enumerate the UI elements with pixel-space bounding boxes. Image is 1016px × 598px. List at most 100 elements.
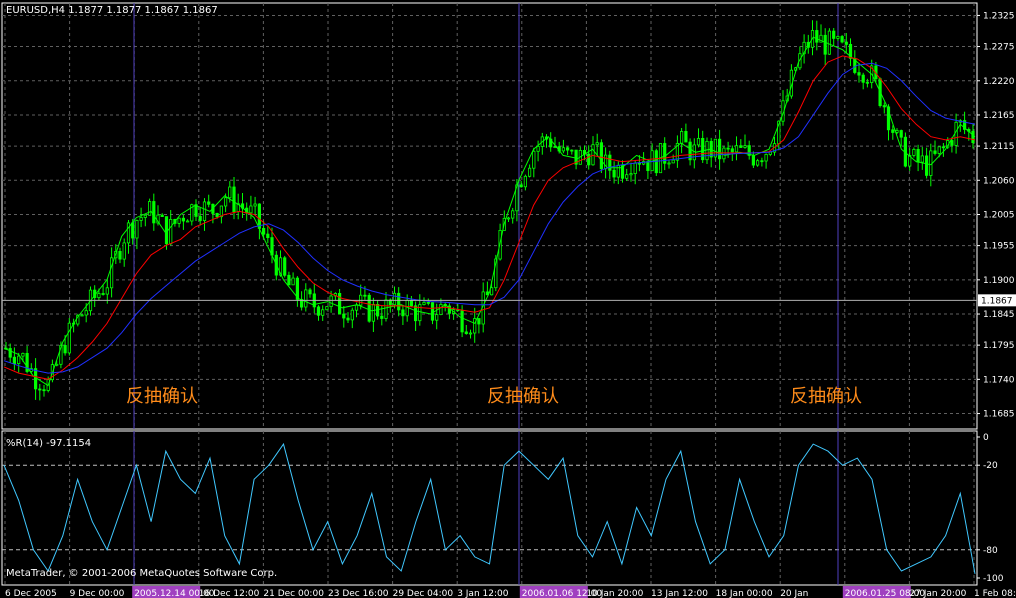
candle-body [827,30,832,55]
candle-body [435,314,439,321]
candle-body [950,140,954,146]
candle-body [734,145,739,153]
candle-body [523,175,528,188]
candle-body [426,301,430,304]
candle-body [671,159,675,164]
candle-body [941,146,946,149]
candle-body [97,293,101,298]
candle-body [460,310,464,333]
candle-body [599,142,604,170]
chart-canvas: 1.2325 1.2275 1.2220 1.2165 1.2115 1.2060 1.20… [0,0,1016,598]
williams-r-title: %R(14) -97.1154 [6,438,91,449]
candle-body [764,153,768,162]
candle-body [38,388,42,391]
price-tick-label: 1.2325 [983,11,1015,21]
candle-body [912,148,916,156]
candle-body [633,162,637,174]
current-price-label: 1.1867 [981,296,1013,306]
candle-body [257,203,262,229]
candle-body [751,154,756,166]
candle-body [80,314,84,317]
candle-body [468,332,473,335]
candle-body [169,218,173,245]
candle-body [954,121,958,146]
candle-body [718,138,722,160]
price-tick-label: 1.1845 [983,310,1015,320]
candle-body [464,331,468,334]
candle-body [321,309,325,316]
candle-body [861,74,865,83]
candle-body [283,257,287,276]
candle-body [131,222,135,239]
candle-body [730,148,734,153]
chart-background [0,0,1016,598]
candle-body [722,147,726,160]
time-label: 13 Jan 12:00 [651,589,708,598]
candle-body [743,145,747,148]
time-label: 27 Jan 20:00 [909,589,966,598]
candle-body [177,217,181,224]
price-tick-label: 1.1955 [983,242,1015,252]
candle-body [105,287,109,295]
candle-body [266,233,270,239]
candle-body [566,147,570,151]
candle-body [164,216,169,245]
candle-body [384,299,388,319]
candle-body [511,210,515,219]
candle-body [8,348,12,358]
candle-body [865,81,870,84]
candle-body [925,155,929,176]
candle-body [844,41,848,45]
candle-body [316,306,321,316]
candle-body [185,220,190,223]
candle-body [371,303,376,322]
candle-body [308,289,312,295]
price-tick-label: 1.2275 [983,43,1015,53]
candle-body [637,162,642,165]
time-label: 1 Feb 08:00 [974,589,1016,598]
price-tick-label: 1.2115 [983,142,1015,152]
candle-body [223,197,228,207]
price-tick-label: 1.1900 [983,276,1015,286]
candle-body [34,368,38,390]
candle-body [304,289,308,308]
candle-body [713,138,718,158]
candle-body [629,173,633,176]
candle-body [143,214,147,218]
candle-body [916,148,920,163]
candle-body [232,186,236,213]
candle-body [612,169,616,178]
candle-body [760,160,764,163]
annotation-label: 反抽确认 [126,386,198,407]
candle-body [291,277,295,286]
wpr-tick-label: 0 [983,433,989,443]
candle-body [430,302,435,321]
candle-body [477,318,481,325]
candle-body [519,184,523,188]
candle-body [181,217,185,222]
candle-body [249,205,253,214]
time-label: 9 Dec 00:00 [70,589,125,598]
candle-body [17,355,21,365]
candle-body [21,352,25,357]
candle-body [363,294,367,297]
candle-body [680,130,684,144]
candle-body [899,130,903,138]
candle-body [228,186,232,199]
candle-body [342,313,346,319]
candle-body [591,144,595,166]
candle-body [261,227,266,235]
candle-body [561,147,566,152]
price-tick-label: 1.2005 [983,211,1015,221]
annotation-label: 反抽确认 [790,386,862,407]
candle-body [160,214,164,218]
candle-body [739,145,743,148]
candle-body [67,322,71,354]
candle-body [253,203,257,207]
candle-body [595,142,599,146]
time-label: 6 Dec 2005 [5,589,57,598]
candle-body [726,147,730,150]
candle-body [135,220,139,239]
candle-body [836,36,840,39]
candle-body [937,146,941,154]
